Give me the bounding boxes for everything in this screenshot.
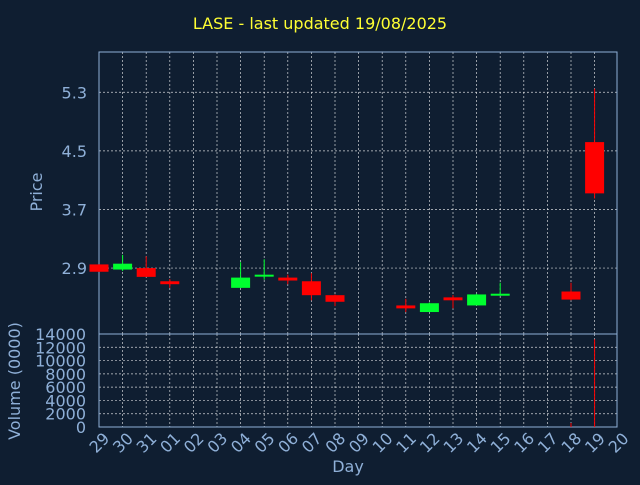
price-axis-label: Price: [27, 172, 46, 211]
candle-body: [561, 291, 581, 300]
price-tick-label: 3.7: [62, 200, 87, 219]
volume-axis-label: Volume (0000): [5, 322, 24, 440]
candle-body: [467, 294, 487, 306]
candle-body: [396, 305, 416, 309]
candle-body: [325, 295, 345, 302]
candle-body: [254, 274, 274, 277]
x-axis-label: Day: [332, 457, 364, 476]
volume-panel-border: [98, 333, 618, 428]
stock-chart: LASE - last updated 19/08/2025 2.9 3.7 4.5…: [0, 0, 640, 480]
candle-body: [89, 264, 109, 272]
price-tick-label: 2.9: [62, 259, 87, 278]
candle-body: [301, 281, 321, 296]
candle-body: [419, 303, 439, 313]
candle-body: [160, 281, 180, 285]
candle-body: [443, 297, 463, 301]
candle-body: [585, 142, 605, 194]
chart-canvas: 2.93.74.55.30200040006000800010000120001…: [5, 51, 633, 476]
volume-tick-label: 14000: [35, 325, 86, 344]
price-tick-label: 4.5: [62, 142, 87, 161]
candle-body: [136, 268, 156, 277]
price-tick-label: 5.3: [62, 83, 87, 102]
chart-title: LASE - last updated 19/08/2025: [192, 14, 448, 33]
price-panel-border: [98, 51, 618, 335]
candle-body: [490, 293, 510, 296]
candle-body: [113, 263, 133, 270]
candle-body: [278, 277, 298, 281]
x-tick-label: 20: [605, 429, 633, 457]
candle-body: [231, 277, 251, 288]
